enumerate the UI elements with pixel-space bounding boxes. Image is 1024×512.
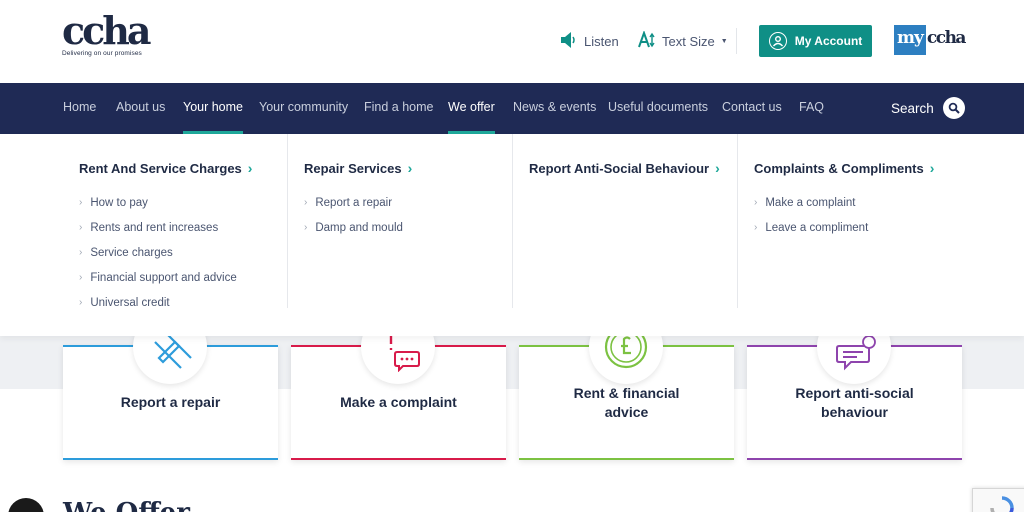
chevron-right-icon: ›	[247, 160, 253, 176]
card-label-complaint: Make a complaint	[340, 394, 457, 410]
mega-link-label: Leave a compliment	[765, 221, 869, 234]
nav-item-find-a-home[interactable]: Find a home	[364, 83, 433, 134]
chevron-right-icon: ›	[715, 160, 720, 176]
my-account-label: My Account	[794, 34, 863, 48]
mega-link-label: Universal credit	[90, 296, 170, 309]
mega-link-label: Rents and rent increases	[90, 221, 219, 234]
mega-heading-rent-label: Rent And Service Charges	[79, 160, 242, 176]
mega-link-how-to-pay[interactable]: › How to pay	[79, 190, 237, 215]
chevron-right-icon: ›	[79, 297, 83, 308]
mega-link-rents-increases[interactable]: › Rents and rent increases	[79, 215, 237, 240]
chevron-right-icon: ›	[407, 160, 413, 176]
header-divider	[736, 28, 737, 54]
chevron-right-icon: ›	[304, 222, 308, 233]
mega-link-label: Make a complaint	[765, 196, 856, 209]
myccha-my-text: my	[894, 25, 926, 55]
chevron-right-icon: ›	[754, 222, 758, 233]
card-label-repair: Report a repair	[120, 394, 221, 410]
mega-link-label: Damp and mould	[315, 221, 403, 234]
main-nav: Home About us Your home Your community F…	[0, 83, 1024, 134]
chevron-right-icon: ›	[754, 197, 758, 208]
mega-link-label: Financial support and advice	[90, 271, 237, 284]
mega-heading-complaints[interactable]: Complaints & Compliments ›	[754, 160, 934, 176]
quick-link-card-asb[interactable]: Report anti-social behaviour	[747, 310, 962, 460]
text-size-label: Text Size	[662, 33, 715, 49]
mega-heading-repair[interactable]: Repair Services ›	[304, 160, 412, 176]
mega-link-label: How to pay	[90, 196, 148, 209]
mega-column-repair: Repair Services › › Report a repair › Damp…	[288, 134, 513, 308]
site-header: ccha Delivering on our promises Listen T…	[0, 0, 1024, 83]
mega-link-label: Report a repair	[315, 196, 393, 209]
chevron-right-icon: ›	[79, 247, 83, 258]
caret-down-icon: ▼	[720, 37, 728, 45]
card-label-asb: Report anti-social behaviour	[795, 384, 914, 420]
mega-link-financial-support[interactable]: › Financial support and advice	[79, 265, 237, 290]
chevron-right-icon: ›	[304, 197, 308, 208]
mega-link-damp-mould[interactable]: › Damp and mould	[304, 215, 403, 240]
mega-link-report-repair[interactable]: › Report a repair	[304, 190, 403, 215]
mega-links-complaints: › Make a complaint › Leave a compliment	[754, 190, 868, 240]
accessibility-widget-button[interactable]	[8, 498, 44, 512]
nav-item-we-offer[interactable]: We offer	[448, 83, 495, 134]
text-size-dropdown[interactable]: Text Size ▼	[638, 29, 728, 52]
recaptcha-badge[interactable]	[972, 488, 1024, 512]
logo-tagline: Delivering on our promises	[62, 50, 142, 57]
nav-item-home[interactable]: Home	[63, 83, 96, 134]
mega-heading-repair-label: Repair Services	[304, 160, 402, 176]
nav-item-news-events[interactable]: News & events	[513, 83, 596, 134]
listen-label: Listen	[584, 33, 619, 49]
chevron-right-icon: ›	[929, 160, 935, 176]
search-icon	[942, 97, 965, 119]
mega-link-make-complaint[interactable]: › Make a complaint	[754, 190, 868, 215]
speaker-icon	[560, 31, 576, 52]
mega-link-leave-compliment[interactable]: › Leave a compliment	[754, 215, 868, 240]
logo-wordmark: ccha	[62, 8, 152, 53]
mega-heading-rent[interactable]: Rent And Service Charges ›	[79, 160, 252, 176]
chevron-right-icon: ›	[79, 272, 83, 283]
mega-heading-asb[interactable]: Report Anti-Social Behaviour ›	[529, 160, 720, 176]
quick-link-card-complaint[interactable]: Make a complaint	[291, 310, 506, 460]
card-label-financial: Rent & financial advice	[573, 384, 680, 420]
listen-button[interactable]: Listen	[560, 30, 619, 52]
mega-column-rent: Rent And Service Charges › › How to pay ›…	[63, 134, 288, 309]
nav-item-useful-documents[interactable]: Useful documents	[608, 83, 708, 134]
my-account-button[interactable]: My Account	[759, 25, 872, 57]
search-label: Search	[891, 100, 934, 116]
mega-links-repair: › Report a repair › Damp and mould	[304, 190, 403, 240]
recaptcha-icon	[989, 495, 1015, 512]
text-size-icon	[638, 29, 656, 52]
section-heading-we-offer: We Offer	[63, 500, 190, 512]
nav-item-your-home[interactable]: Your home	[183, 83, 243, 134]
mega-link-label: Service charges	[90, 246, 173, 259]
quick-link-card-financial[interactable]: Rent & financial advice	[519, 310, 734, 460]
mega-column-asb: Report Anti-Social Behaviour ›	[513, 134, 738, 308]
mega-heading-complaints-label: Complaints & Compliments	[754, 160, 924, 176]
ccha-logo[interactable]: ccha Delivering on our promises	[62, 8, 152, 62]
myccha-logo[interactable]: my ccha	[894, 25, 967, 55]
chevron-right-icon: ›	[79, 197, 83, 208]
quick-link-card-repair[interactable]: Report a repair	[63, 310, 278, 460]
user-icon	[768, 32, 787, 50]
chevron-right-icon: ›	[79, 222, 83, 233]
mega-column-complaints: Complaints & Compliments › › Make a compl…	[738, 134, 963, 308]
mega-links-rent: › How to pay › Rents and rent increases › S…	[79, 190, 237, 315]
nav-item-about-us[interactable]: About us	[116, 83, 165, 134]
nav-item-faq[interactable]: FAQ	[799, 83, 824, 134]
myccha-ccha-text: ccha	[926, 28, 967, 48]
nav-item-your-community[interactable]: Your community	[259, 83, 348, 134]
mega-link-universal-credit[interactable]: › Universal credit	[79, 290, 237, 315]
nav-item-contact-us[interactable]: Contact us	[722, 83, 782, 134]
mega-link-service-charges[interactable]: › Service charges	[79, 240, 237, 265]
search-button[interactable]: Search	[891, 96, 965, 120]
mega-heading-asb-label: Report Anti-Social Behaviour	[529, 160, 710, 176]
we-offer-mega-menu: Rent And Service Charges › › How to pay ›…	[0, 134, 1024, 336]
